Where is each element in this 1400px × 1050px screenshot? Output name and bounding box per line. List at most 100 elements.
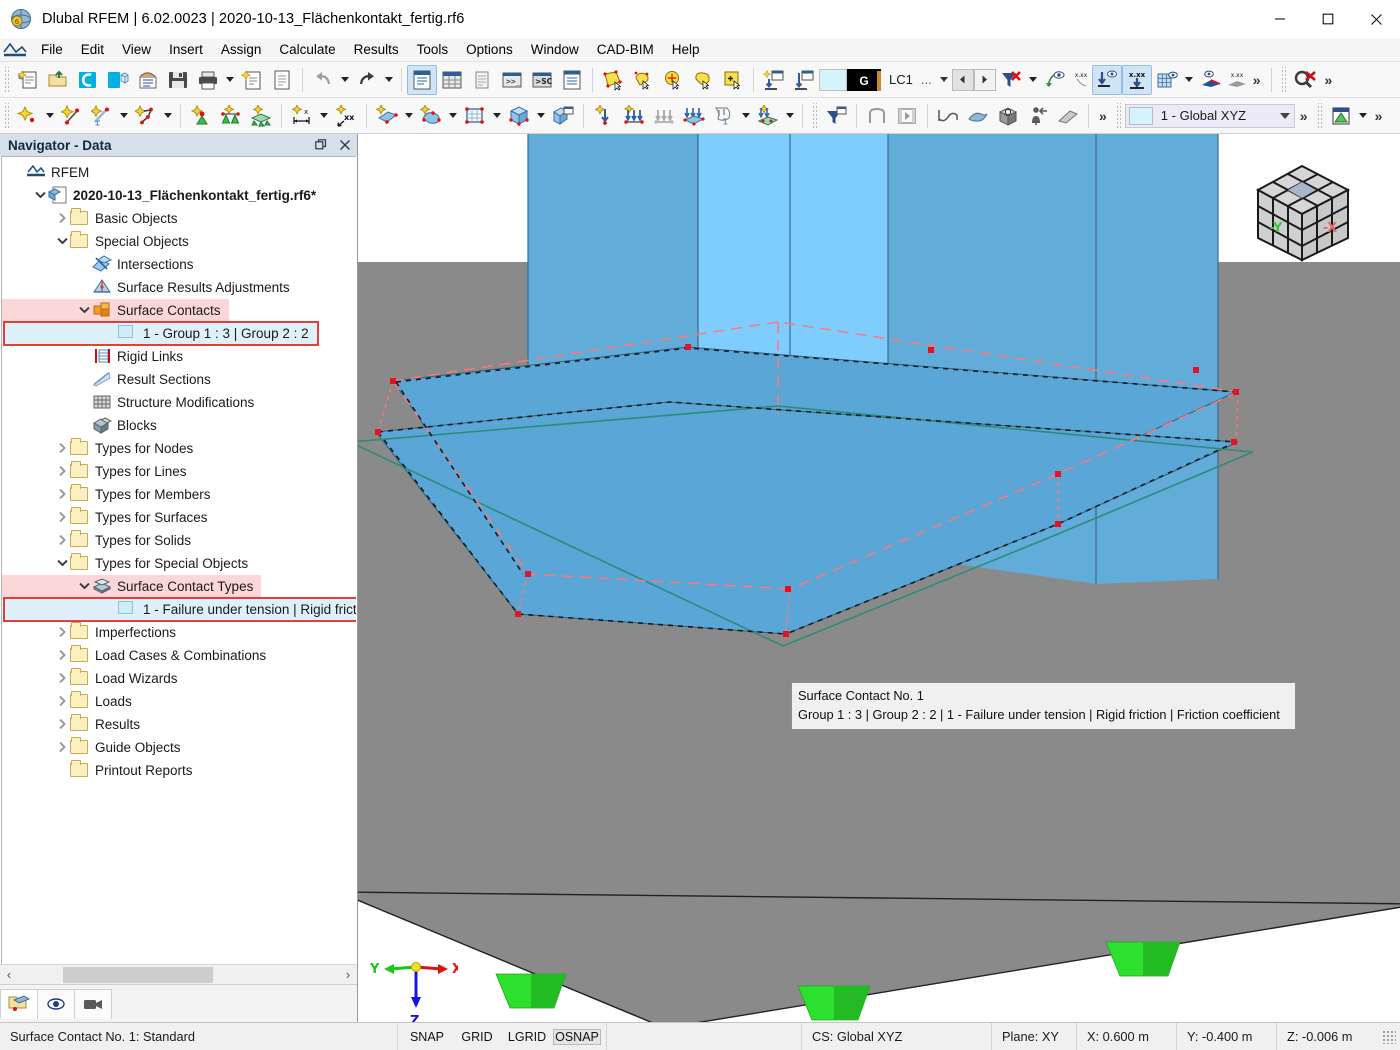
command-line-button[interactable]: >>_	[497, 65, 527, 95]
new-member-load-button[interactable]	[649, 101, 679, 131]
expander-expand-icon[interactable]	[54, 736, 70, 759]
new-note-button[interactable]: xx	[331, 101, 361, 131]
show-mesh-caret[interactable]	[1182, 66, 1196, 94]
menu-item-results[interactable]: Results	[345, 40, 408, 59]
new-solid-grid-caret[interactable]	[490, 102, 504, 130]
cs-dropdown-icon[interactable]	[1276, 113, 1294, 119]
navigator-tree[interactable]: RFEM 2020-10-13_Flächenkontakt_fertig.rf6…	[1, 156, 356, 964]
new-node-button[interactable]	[13, 101, 43, 131]
rendering-mode-caret[interactable]	[1356, 102, 1370, 130]
menu-item-insert[interactable]: Insert	[160, 40, 212, 59]
tree-item-load-wizards[interactable]: Load Wizards	[2, 667, 356, 690]
expander-expand-icon[interactable]	[54, 621, 70, 644]
minimize-button[interactable]	[1256, 0, 1304, 38]
new-dimension-button[interactable]: x	[287, 101, 317, 131]
menu-item-options[interactable]: Options	[457, 40, 522, 59]
redo-button[interactable]	[352, 65, 382, 95]
new-node-caret[interactable]	[43, 102, 57, 130]
load-case-ellipsis[interactable]: ...	[921, 72, 936, 87]
tree-item-load-cases-combinations[interactable]: Load Cases & Combinations	[2, 644, 356, 667]
menu-item-assign[interactable]: Assign	[212, 40, 271, 59]
select-free-icon[interactable]	[688, 65, 718, 95]
toolbar-grip[interactable]	[3, 66, 10, 93]
table-toggle-button[interactable]	[437, 65, 467, 95]
expander-expand-icon[interactable]	[54, 529, 70, 552]
view-navigation-cube[interactable]: -Y -X	[1244, 156, 1362, 274]
show-deformation-button[interactable]	[1040, 65, 1070, 95]
status-toggle-grid[interactable]: GRID	[453, 1030, 501, 1044]
menu-item-view[interactable]: View	[113, 40, 160, 59]
tree-item-imperfections[interactable]: Imperfections	[2, 621, 356, 644]
new-solid-caret[interactable]	[534, 102, 548, 130]
tree-item-surface-results-adjustments[interactable]: Surface Results Adjustments	[2, 276, 356, 299]
new-polyline-caret[interactable]	[161, 102, 175, 130]
new-solid-button[interactable]	[504, 101, 534, 131]
tree-item-result-sections[interactable]: Result Sections	[2, 368, 356, 391]
new-line-load-button[interactable]	[619, 101, 649, 131]
tree-item-structure-modifications[interactable]: Structure Modifications	[2, 391, 356, 414]
status-toggle-osnap[interactable]: OSNAP	[553, 1028, 601, 1045]
tree-item-1-failure-under-tension-rigid-friction[interactable]: 1 - Failure under tension | Rigid fricti…	[3, 597, 356, 622]
printout-report-button[interactable]	[267, 65, 297, 95]
new-surface-support-button[interactable]	[246, 101, 276, 131]
select-surface-icon[interactable]	[598, 65, 628, 95]
hscroll-track[interactable]	[18, 966, 339, 983]
new-solid-grid-button[interactable]	[460, 101, 490, 131]
show-mesh-button[interactable]	[1152, 65, 1182, 95]
load-case-selector[interactable]: G LC1 ...	[819, 68, 952, 92]
new-dimension-caret[interactable]	[317, 102, 331, 130]
deformation-shape-button[interactable]	[933, 101, 963, 131]
toolbar-overflow-1[interactable]: »	[1248, 72, 1266, 88]
expander-expand-icon[interactable]	[54, 483, 70, 506]
navigator-hscrollbar[interactable]: ‹ ›	[0, 964, 357, 984]
new-printout-report-button[interactable]	[237, 65, 267, 95]
film-view-button[interactable]	[892, 101, 922, 131]
menu-item-window[interactable]: Window	[522, 40, 588, 59]
plane-view-button[interactable]	[1053, 101, 1083, 131]
tree-item-surface-contacts[interactable]: Surface Contacts	[2, 299, 229, 322]
data-navigator-tab[interactable]	[0, 988, 38, 1019]
side-table-button[interactable]	[467, 65, 497, 95]
toolbar-grip-2[interactable]	[1279, 66, 1287, 93]
tree-item-1-group-1-3-group-2-2[interactable]: 1 - Group 1 : 3 | Group 2 : 2	[3, 321, 319, 346]
render-surface-button[interactable]	[963, 101, 993, 131]
views-navigator-tab[interactable]	[74, 988, 112, 1019]
expander-expand-icon[interactable]	[54, 690, 70, 713]
print-button[interactable]	[193, 65, 223, 95]
tree-item-2020-10-13-fl-chenkontakt-fertig-rf6[interactable]: 2020-10-13_Flächenkontakt_fertig.rf6*	[2, 184, 356, 207]
tree-item-types-for-solids[interactable]: Types for Solids	[2, 529, 356, 552]
undo-button[interactable]	[308, 65, 338, 95]
move-view-button[interactable]	[1023, 101, 1053, 131]
new-line-support-button[interactable]	[216, 101, 246, 131]
maximize-button[interactable]	[1304, 0, 1352, 38]
previous-load-case-button[interactable]	[951, 68, 974, 91]
new-polyline-button[interactable]	[131, 101, 161, 131]
close-button[interactable]	[1352, 0, 1400, 38]
new-surface-button[interactable]	[372, 101, 402, 131]
select-add-icon[interactable]	[718, 65, 748, 95]
expander-collapse-icon[interactable]	[54, 230, 70, 253]
open-model-button[interactable]	[43, 65, 73, 95]
tree-item-blocks[interactable]: Blocks	[2, 414, 356, 437]
tree-item-intersections[interactable]: Intersections	[2, 253, 356, 276]
toolbar-overflow-2[interactable]: »	[1320, 72, 1338, 88]
new-nodal-load-button[interactable]	[589, 101, 619, 131]
tree-item-loads[interactable]: Loads	[2, 690, 356, 713]
render-toolbar-grip[interactable]	[1315, 102, 1323, 129]
tree-item-types-for-members[interactable]: Types for Members	[2, 483, 356, 506]
show-diagram-button[interactable]	[1196, 65, 1226, 95]
select-circle-icon[interactable]	[658, 65, 688, 95]
tree-item-printout-reports[interactable]: Printout Reports	[2, 759, 356, 782]
hscroll-left-arrow[interactable]: ‹	[0, 966, 18, 984]
resize-grip[interactable]	[1382, 1029, 1396, 1044]
filter-view-button[interactable]	[821, 101, 851, 131]
new-imposed-load-button[interactable]	[753, 101, 783, 131]
tree-item-guide-objects[interactable]: Guide Objects	[2, 736, 356, 759]
delete-results-caret[interactable]	[1026, 66, 1040, 94]
print-dropdown-caret[interactable]	[223, 66, 237, 94]
rendering-mode-button[interactable]	[1326, 101, 1356, 131]
tree-item-results[interactable]: Results	[2, 713, 356, 736]
status-toggle-snap[interactable]: SNAP	[403, 1030, 451, 1044]
render-solid-button[interactable]	[993, 101, 1023, 131]
new-nodal-support-button[interactable]	[186, 101, 216, 131]
